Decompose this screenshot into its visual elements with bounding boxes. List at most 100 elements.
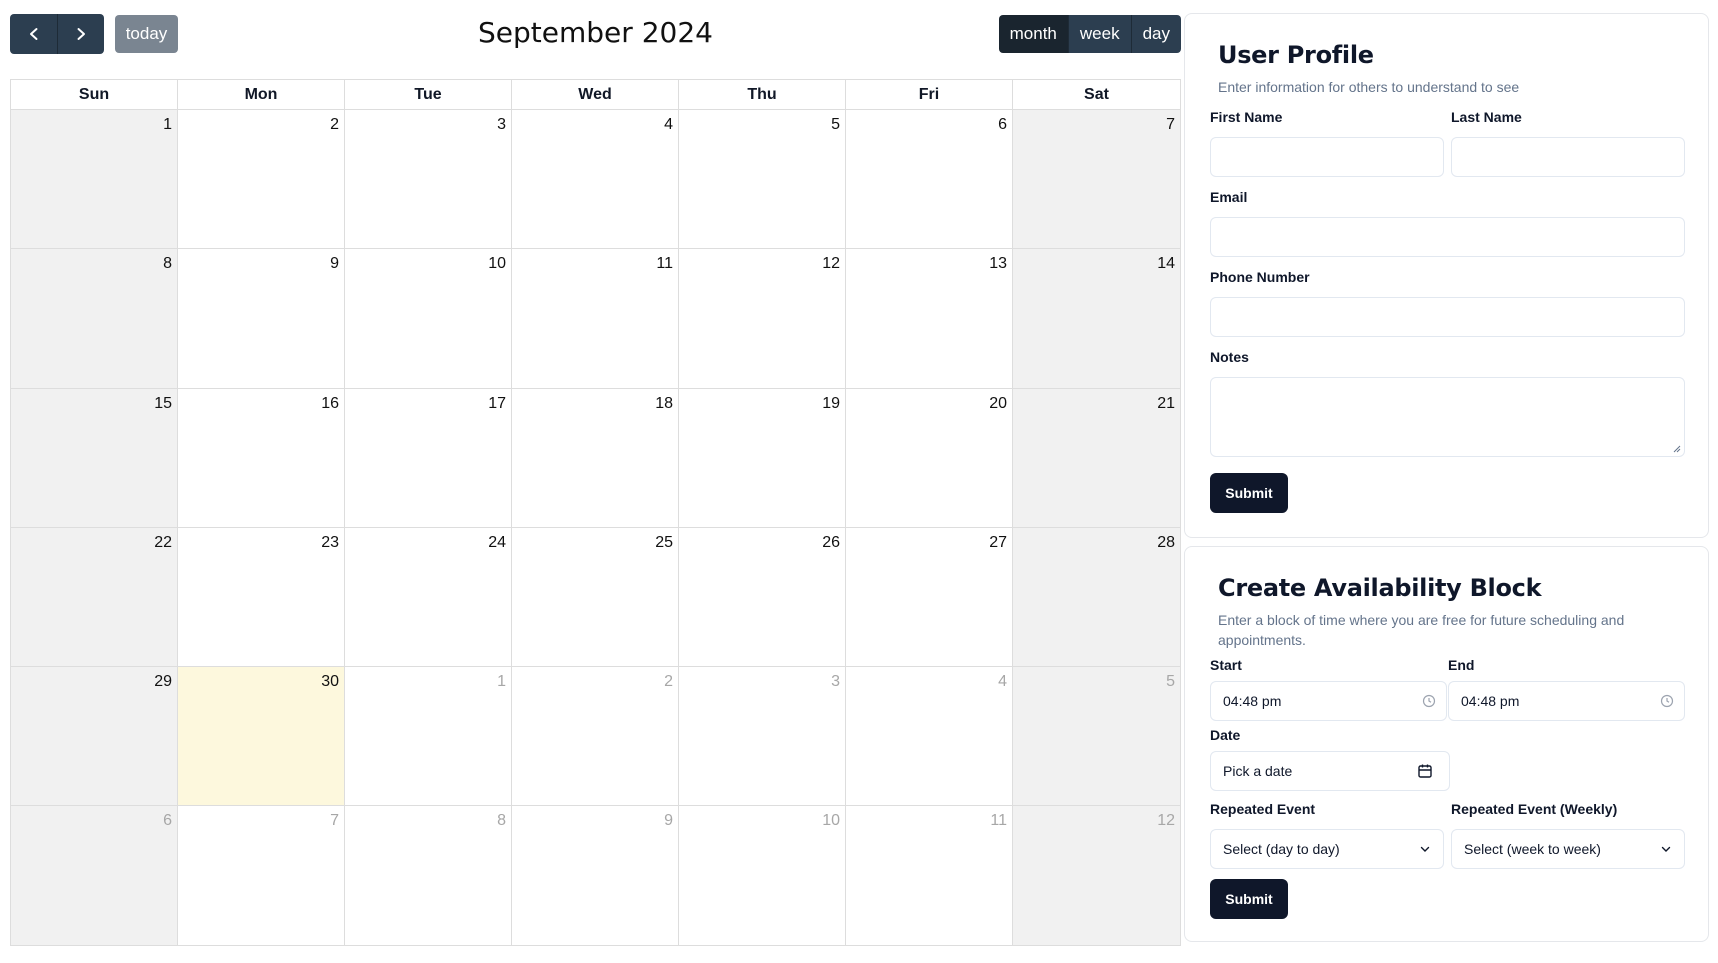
day-number[interactable]: 19 xyxy=(822,395,840,413)
day-number[interactable]: 4 xyxy=(998,673,1007,691)
next-button[interactable] xyxy=(57,14,104,54)
day-cell[interactable]: 30 xyxy=(178,667,345,806)
day-number[interactable]: 11 xyxy=(656,255,673,273)
day-cell[interactable]: 1 xyxy=(11,110,178,249)
day-cell[interactable]: 21 xyxy=(1013,388,1180,527)
day-cell[interactable]: 19 xyxy=(679,388,846,527)
day-number[interactable]: 1 xyxy=(497,673,506,691)
day-number[interactable]: 3 xyxy=(497,116,506,134)
day-number[interactable]: 10 xyxy=(488,255,506,273)
day-number[interactable]: 27 xyxy=(989,534,1007,552)
day-cell[interactable]: 23 xyxy=(178,527,345,667)
day-number[interactable]: 20 xyxy=(989,395,1007,413)
day-number[interactable]: 25 xyxy=(655,534,673,552)
day-number[interactable]: 28 xyxy=(1157,534,1175,552)
day-number[interactable]: 1 xyxy=(163,116,172,134)
first-name-field[interactable] xyxy=(1210,137,1444,177)
day-cell[interactable]: 2 xyxy=(178,110,345,249)
day-cell[interactable]: 13 xyxy=(846,249,1013,388)
day-number[interactable]: 8 xyxy=(497,812,506,830)
day-cell[interactable]: 9 xyxy=(512,806,679,945)
day-number[interactable]: 23 xyxy=(321,534,339,552)
day-number[interactable]: 16 xyxy=(321,395,339,413)
day-cell[interactable]: 22 xyxy=(11,527,178,667)
day-number[interactable]: 29 xyxy=(154,673,172,691)
resize-handle-icon[interactable] xyxy=(1673,445,1681,453)
day-cell[interactable]: 8 xyxy=(11,249,178,388)
day-cell[interactable]: 24 xyxy=(345,527,512,667)
day-number[interactable]: 7 xyxy=(330,812,339,830)
day-number[interactable]: 5 xyxy=(1166,673,1175,691)
day-cell[interactable]: 4 xyxy=(512,110,679,249)
start-time-field[interactable]: 04:48 pm xyxy=(1210,681,1447,721)
day-number[interactable]: 24 xyxy=(488,534,506,552)
day-cell[interactable]: 12 xyxy=(1013,806,1180,945)
day-number[interactable]: 13 xyxy=(989,255,1007,273)
day-number[interactable]: 6 xyxy=(163,812,172,830)
day-number[interactable]: 3 xyxy=(831,673,840,691)
day-number[interactable]: 2 xyxy=(664,673,673,691)
day-cell[interactable]: 1 xyxy=(345,667,512,806)
date-picker-button[interactable]: Pick a date xyxy=(1210,751,1450,791)
day-cell[interactable]: 27 xyxy=(846,527,1013,667)
end-time-field[interactable]: 04:48 pm xyxy=(1448,681,1685,721)
day-view-button[interactable]: day xyxy=(1130,15,1181,53)
day-cell[interactable]: 5 xyxy=(1013,667,1180,806)
day-cell[interactable]: 7 xyxy=(178,806,345,945)
day-cell[interactable]: 3 xyxy=(345,110,512,249)
day-cell[interactable]: 18 xyxy=(512,388,679,527)
day-number[interactable]: 12 xyxy=(822,255,840,273)
day-number[interactable]: 2 xyxy=(330,116,339,134)
day-number[interactable]: 4 xyxy=(664,116,673,134)
email-field[interactable] xyxy=(1210,217,1685,257)
day-cell[interactable]: 8 xyxy=(345,806,512,945)
day-cell[interactable]: 16 xyxy=(178,388,345,527)
day-number[interactable]: 30 xyxy=(321,673,339,691)
day-number[interactable]: 22 xyxy=(154,534,172,552)
day-number[interactable]: 9 xyxy=(664,812,673,830)
notes-textarea[interactable] xyxy=(1210,377,1685,457)
day-cell[interactable]: 5 xyxy=(679,110,846,249)
day-cell[interactable]: 7 xyxy=(1013,110,1180,249)
day-cell[interactable]: 29 xyxy=(11,667,178,806)
day-cell[interactable]: 12 xyxy=(679,249,846,388)
prev-button[interactable] xyxy=(10,14,57,54)
day-cell[interactable]: 14 xyxy=(1013,249,1180,388)
day-cell[interactable]: 15 xyxy=(11,388,178,527)
month-view-button[interactable]: month xyxy=(998,15,1068,53)
day-cell[interactable]: 9 xyxy=(178,249,345,388)
day-cell[interactable]: 2 xyxy=(512,667,679,806)
day-cell[interactable]: 28 xyxy=(1013,527,1180,667)
profile-submit-button[interactable]: Submit xyxy=(1210,473,1288,513)
day-number[interactable]: 18 xyxy=(655,395,673,413)
week-view-button[interactable]: week xyxy=(1067,15,1131,53)
day-cell[interactable]: 6 xyxy=(11,806,178,945)
day-cell[interactable]: 10 xyxy=(679,806,846,945)
today-button[interactable]: today xyxy=(115,15,178,53)
day-number[interactable]: 17 xyxy=(488,395,506,413)
day-cell[interactable]: 10 xyxy=(345,249,512,388)
day-number[interactable]: 6 xyxy=(998,116,1007,134)
day-number[interactable]: 11 xyxy=(990,812,1007,830)
day-number[interactable]: 21 xyxy=(1157,395,1175,413)
day-cell[interactable]: 17 xyxy=(345,388,512,527)
day-number[interactable]: 8 xyxy=(163,255,172,273)
day-number[interactable]: 10 xyxy=(822,812,840,830)
repeated-event-select[interactable]: Select (day to day) xyxy=(1210,829,1444,869)
phone-field[interactable] xyxy=(1210,297,1685,337)
day-cell[interactable]: 25 xyxy=(512,527,679,667)
day-number[interactable]: 12 xyxy=(1157,812,1175,830)
day-cell[interactable]: 3 xyxy=(679,667,846,806)
availability-submit-button[interactable]: Submit xyxy=(1210,879,1288,919)
last-name-field[interactable] xyxy=(1451,137,1685,177)
day-number[interactable]: 14 xyxy=(1157,255,1175,273)
day-cell[interactable]: 4 xyxy=(846,667,1013,806)
day-cell[interactable]: 11 xyxy=(512,249,679,388)
day-cell[interactable]: 20 xyxy=(846,388,1013,527)
day-number[interactable]: 5 xyxy=(831,116,840,134)
day-number[interactable]: 26 xyxy=(822,534,840,552)
repeated-event-weekly-select[interactable]: Select (week to week) xyxy=(1451,829,1685,869)
day-number[interactable]: 9 xyxy=(330,255,339,273)
day-cell[interactable]: 6 xyxy=(846,110,1013,249)
day-cell[interactable]: 11 xyxy=(846,806,1013,945)
